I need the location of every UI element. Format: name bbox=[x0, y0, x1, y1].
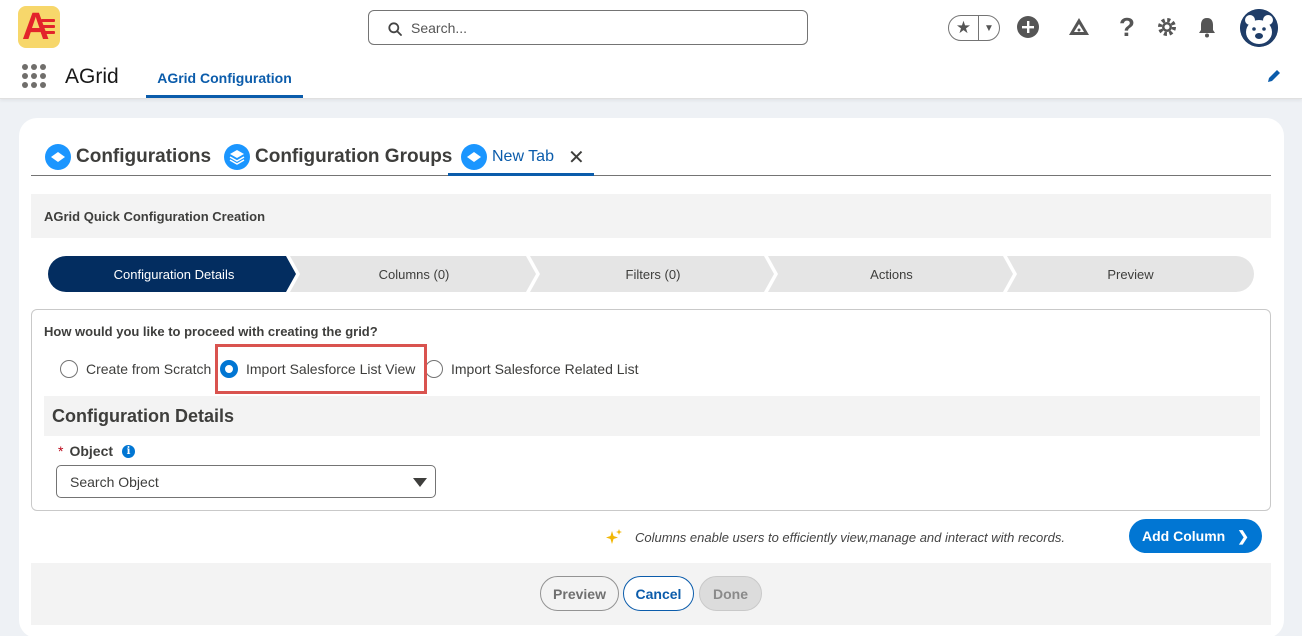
global-search[interactable] bbox=[368, 10, 808, 45]
configuration-icon bbox=[45, 144, 71, 170]
footer-actions: Preview Cancel Done bbox=[31, 563, 1271, 625]
chevron-right-icon: ❯ bbox=[1237, 527, 1249, 544]
cancel-button[interactable]: Cancel bbox=[623, 576, 694, 611]
main-card: Configurations Configuration Groups New … bbox=[19, 118, 1284, 636]
step-configuration-details[interactable]: Configuration Details bbox=[48, 256, 300, 292]
info-icon[interactable]: i bbox=[122, 444, 136, 458]
object-field-label: * Object i bbox=[58, 443, 136, 459]
radio-create-from-scratch[interactable]: Create from Scratch bbox=[60, 360, 211, 378]
columns-hint: Columns enable users to efficiently view… bbox=[605, 528, 1065, 546]
done-button[interactable]: Done bbox=[699, 576, 762, 611]
close-tab-icon[interactable]: ✕ bbox=[568, 145, 585, 170]
search-icon bbox=[388, 22, 402, 36]
progress-path: Configuration Details Columns (0) Filter… bbox=[48, 256, 1254, 292]
global-header: A ★ ▼ ? bbox=[0, 0, 1302, 56]
section-title: AGrid Quick Configuration Creation bbox=[44, 209, 266, 224]
tab-label: New Tab bbox=[492, 148, 554, 165]
step-actions[interactable]: Actions bbox=[774, 256, 1009, 292]
object-search-input[interactable] bbox=[70, 473, 400, 491]
star-icon[interactable]: ★ bbox=[949, 16, 979, 40]
chevron-down-icon[interactable]: ▼ bbox=[979, 23, 999, 34]
bell-icon[interactable] bbox=[1194, 14, 1220, 40]
edit-nav-icon[interactable] bbox=[1266, 68, 1282, 89]
highlight-annotation bbox=[215, 344, 427, 394]
tab-configurations[interactable]: Configurations bbox=[45, 138, 211, 176]
favorites-group[interactable]: ★ ▼ bbox=[948, 15, 1000, 41]
object-combobox[interactable] bbox=[56, 465, 436, 498]
radio-label: Import Salesforce Related List bbox=[451, 361, 639, 377]
hint-text: Columns enable users to efficiently view… bbox=[635, 529, 1065, 545]
app-launcher-icon[interactable] bbox=[22, 64, 46, 88]
setup-gear-icon[interactable] bbox=[1154, 14, 1180, 40]
tab-label: Configuration Groups bbox=[255, 146, 453, 167]
workspace-tabs: Configurations Configuration Groups New … bbox=[31, 136, 1271, 176]
step-preview[interactable]: Preview bbox=[1013, 256, 1248, 292]
nav-tab-agrid-configuration[interactable]: AGrid Configuration bbox=[146, 56, 303, 98]
help-icon[interactable]: ? bbox=[1114, 12, 1140, 42]
tab-label: Configurations bbox=[76, 146, 212, 167]
section-header: AGrid Quick Configuration Creation bbox=[31, 194, 1271, 238]
add-icon[interactable] bbox=[1015, 14, 1041, 40]
app-nav-bar: AGrid AGrid Configuration bbox=[0, 56, 1302, 99]
radio-import-related-list[interactable]: Import Salesforce Related List bbox=[425, 360, 639, 378]
required-indicator: * bbox=[58, 443, 64, 459]
sparkle-icon bbox=[606, 529, 622, 544]
user-avatar[interactable] bbox=[1240, 9, 1278, 47]
step-columns[interactable]: Columns (0) bbox=[296, 256, 532, 292]
proceed-panel: How would you like to proceed with creat… bbox=[31, 309, 1271, 511]
layers-icon bbox=[224, 144, 250, 170]
search-input[interactable] bbox=[411, 17, 791, 39]
app-logo[interactable]: A bbox=[18, 6, 60, 48]
configuration-icon bbox=[461, 144, 487, 170]
configuration-details-header: Configuration Details bbox=[44, 396, 1260, 436]
radio-circle[interactable] bbox=[425, 360, 443, 378]
radio-circle[interactable] bbox=[60, 360, 78, 378]
configuration-details-title: Configuration Details bbox=[52, 406, 235, 426]
app-name: AGrid bbox=[65, 65, 119, 88]
preview-button[interactable]: Preview bbox=[540, 576, 619, 611]
step-filters[interactable]: Filters (0) bbox=[536, 256, 770, 292]
trailhead-icon[interactable] bbox=[1066, 14, 1092, 40]
dropdown-triangle-icon[interactable] bbox=[413, 478, 427, 487]
radio-label: Create from Scratch bbox=[86, 361, 212, 377]
tab-configuration-groups[interactable]: Configuration Groups bbox=[224, 138, 452, 176]
object-label-text: Object bbox=[69, 443, 114, 459]
add-column-button[interactable]: Add Column ❯ bbox=[1129, 519, 1262, 553]
active-tab-indicator bbox=[448, 173, 594, 176]
add-column-label: Add Column bbox=[1142, 528, 1226, 544]
tab-new-tab[interactable]: New Tab ✕ bbox=[461, 138, 585, 176]
proceed-question: How would you like to proceed with creat… bbox=[44, 324, 378, 339]
